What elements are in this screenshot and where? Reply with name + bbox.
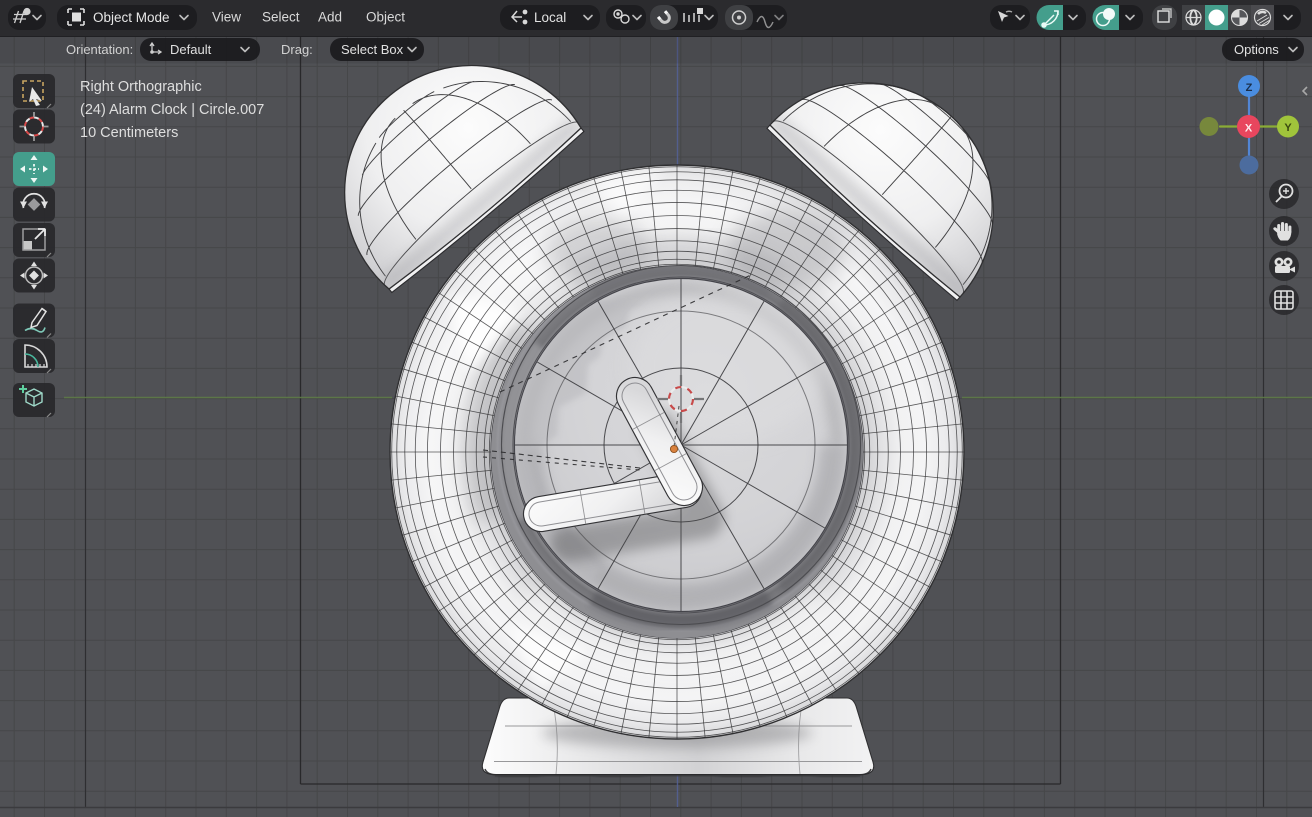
svg-text:Y: Y [1284,122,1292,134]
svg-text:Local: Local [534,10,566,25]
svg-text:Add: Add [318,10,342,25]
svg-text:Right Orthographic: Right Orthographic [80,79,202,95]
svg-text:Z: Z [1246,82,1253,94]
svg-text:Object: Object [366,10,405,25]
svg-text:10 Centimeters: 10 Centimeters [80,125,178,141]
svg-text:Select: Select [262,10,300,25]
svg-text:X: X [1245,123,1253,135]
svg-text:Default: Default [170,42,212,57]
svg-text:View: View [212,10,241,25]
svg-text:Orientation:: Orientation: [66,42,133,57]
svg-text:(24) Alarm Clock | Circle.007: (24) Alarm Clock | Circle.007 [80,102,264,118]
svg-text:Object Mode: Object Mode [93,10,170,25]
svg-text:Drag:: Drag: [281,42,313,57]
svg-text:Options: Options [1234,42,1279,57]
svg-text:Select Box: Select Box [341,42,404,57]
